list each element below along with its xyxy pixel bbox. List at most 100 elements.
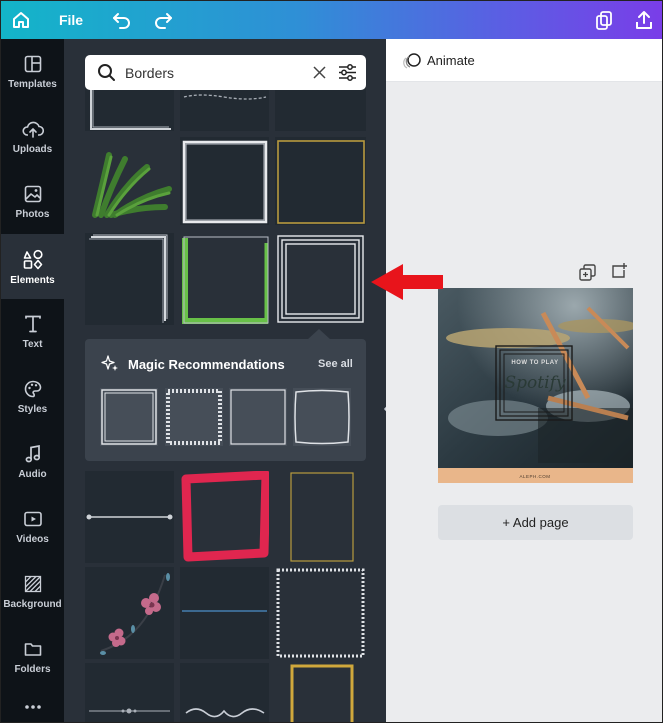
green-frame-graphic [182,236,269,324]
border-result-dotted-frame[interactable] [275,567,366,659]
sketch-corner-graphic [89,234,168,323]
background-icon [24,575,41,592]
sidebar-item-text[interactable]: Text [1,299,64,364]
sidebar-item-label: Styles [17,403,48,415]
canvas-area: HOW TO PLAY Spotify ALEPH.COM + Add page [386,82,662,722]
palette-icon [24,380,41,397]
sidebar-item-uploads[interactable]: Uploads [1,104,64,169]
duplicate-page-icon[interactable] [579,264,596,281]
sidebar-item-styles[interactable]: Styles [1,364,64,429]
magic-rec-wavy-frame[interactable] [293,388,351,446]
border-result-green-frame[interactable] [180,233,269,325]
floral-graphic [100,573,170,655]
palm-leaf-graphic [92,152,172,218]
sidebar-more-button[interactable] [1,689,64,722]
search-bar: Borders [85,55,366,90]
more-dots-icon [24,704,41,709]
undo-button[interactable] [107,1,137,39]
add-page-icon[interactable] [611,262,628,279]
drum-photo-graphic: HOW TO PLAY Spotify ALEPH.COM [438,288,633,483]
video-icon [23,511,42,526]
magic-rec-plain-frame[interactable] [229,388,287,446]
divider-graphic [86,514,173,520]
animate-button[interactable]: Animate [398,49,498,73]
filter-settings-icon[interactable] [338,63,357,82]
sidebar-item-label: Templates [8,78,57,90]
ornament-divider-graphic [89,708,170,714]
sidebar-item-photos[interactable]: Photos [1,169,64,234]
border-result-gold-tall-frame[interactable] [275,471,366,563]
checker-frame-graphic [166,389,222,445]
annotation-arrow-icon [371,264,443,300]
sidebar-item-label: Background [3,598,62,610]
upload-share-icon [636,11,652,29]
sidebar-item-elements[interactable]: Elements [1,234,64,299]
elements-icon [23,249,43,269]
sidebar-item-label: Audio [18,468,47,480]
gold-frame-graphic [277,140,365,224]
share-button[interactable] [630,1,658,39]
border-result-palm-leaf[interactable] [85,137,174,225]
border-result-ornament-divider[interactable] [85,663,174,722]
animate-label: Animate [427,53,475,68]
sidebar-item-label: Text [22,338,43,350]
triple-line-frame-graphic [277,235,364,323]
sidebar-item-label: Photos [15,208,50,220]
plain-frame-graphic [230,389,286,445]
sidebar-item-label: Folders [14,663,51,675]
design-page[interactable]: HOW TO PLAY Spotify ALEPH.COM [438,288,633,483]
search-input[interactable]: Borders [125,65,174,81]
templates-icon [24,55,41,72]
see-all-link[interactable]: See all [318,358,353,370]
magic-recommendations-card: Magic Recommendations See all [85,339,366,461]
border-result-gold-frame[interactable] [275,137,366,225]
folder-icon [24,642,41,656]
app-window: File Templates Uploads Photos Elements T… [0,0,663,723]
border-result-red-brush-frame[interactable] [180,471,269,563]
border-result-white-frame[interactable] [180,137,269,225]
sidebar-item-background[interactable]: Background [1,559,64,624]
dotted-frame-graphic [276,568,365,658]
border-result-floral[interactable] [85,567,174,659]
sidebar-item-label: Videos [16,533,49,545]
design-footer-text: ALEPH.COM [519,474,550,479]
add-page-button[interactable]: + Add page [438,505,633,540]
sidebar-item-folders[interactable]: Folders [1,624,64,689]
clear-search-icon[interactable] [313,66,326,79]
border-result-sketch-corner[interactable] [85,233,174,325]
border-result-blue-line[interactable] [180,567,269,659]
sidebar-item-label: Elements [10,274,55,286]
sidebar-item-templates[interactable]: Templates [1,39,64,104]
editor-toolbar: Animate [386,39,662,82]
home-button[interactable] [5,1,37,39]
music-note-icon [25,444,40,462]
elements-panel: Magic Recommendations See all Borders [64,39,386,722]
border-result-divider[interactable] [85,471,174,563]
file-menu-button[interactable]: File [53,1,89,39]
border-result-flourish[interactable] [180,663,269,722]
magic-rec-thin-frame[interactable] [100,388,158,446]
upload-icon [21,121,44,138]
border-result-gold-frame-2[interactable] [275,663,366,722]
redo-button[interactable] [148,1,178,39]
magic-rec-checker-frame[interactable] [165,388,223,446]
photo-icon [24,185,41,202]
flourish-graphic [185,708,265,718]
copy-design-button[interactable] [590,1,618,39]
animate-icon [403,53,421,69]
design-text-line2: Spotify [505,373,566,393]
sidebar-item-videos[interactable]: Videos [1,494,64,559]
top-bar: File [1,1,662,39]
copy-icon [596,11,612,30]
sidebar-item-audio[interactable]: Audio [1,429,64,494]
gold-tall-frame-graphic [290,472,354,562]
magic-recommendations-title: Magic Recommendations [128,357,285,372]
blue-line-graphic [182,610,267,612]
home-icon [13,12,29,28]
magic-sparkle-icon [101,355,118,371]
sidebar-item-label: Uploads [12,143,53,155]
border-result-triple-line-frame[interactable] [275,233,366,325]
search-icon [98,64,115,81]
design-text-line1: HOW TO PLAY [511,360,558,366]
wavy-frame-graphic [294,389,350,445]
